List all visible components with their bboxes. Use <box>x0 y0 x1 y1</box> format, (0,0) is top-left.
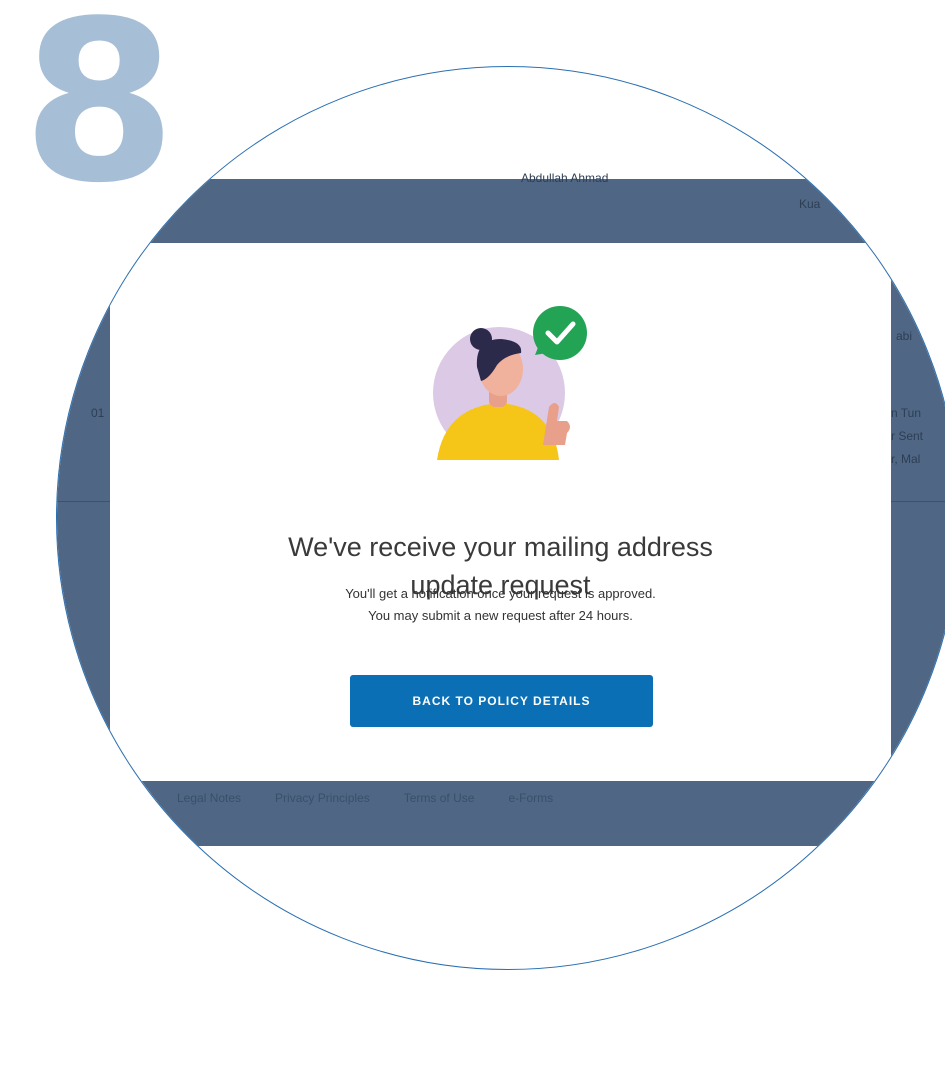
footer-link-privacy: Privacy Principles <box>275 791 370 805</box>
footer-link-legal-notes: Legal Notes <box>177 791 242 805</box>
background-address-line1: n Tun <box>891 406 922 420</box>
background-address-line2: r Sent <box>891 429 924 443</box>
background-address-line3: r, Mal <box>891 452 921 466</box>
confirmation-message-line1: You'll get a notification once your requ… <box>345 586 656 601</box>
check-icon <box>533 306 587 360</box>
confirmation-modal: We've receive your mailing address updat… <box>110 243 891 781</box>
back-to-policy-details-button[interactable]: BACK TO POLICY DETAILS <box>350 675 653 727</box>
confirmation-title-line1: We've receive your mailing address <box>288 532 713 562</box>
background-label-text: abi <box>896 329 913 343</box>
background-phone-text: 01 <box>91 406 105 420</box>
confirmation-message: You'll get a notification once your requ… <box>110 583 891 627</box>
footer-link-terms: Terms of Use <box>403 791 475 805</box>
background-footer-links: Legal Notes Privacy Principles Terms of … <box>177 791 553 805</box>
woman-thumbs-up-illustration <box>433 306 587 460</box>
footer-link-eforms: e-Forms <box>508 791 554 805</box>
screen-content: Abdullah Ahmad Kua 01 n Tun r Sent r, Ma… <box>57 67 945 969</box>
zoom-magnifier: Abdullah Ahmad Kua 01 n Tun r Sent r, Ma… <box>56 66 945 970</box>
background-city-text: Kua <box>799 197 821 211</box>
background-name-text: Abdullah Ahmad <box>521 171 609 185</box>
confirmation-message-line2: You may submit a new request after 24 ho… <box>368 608 633 623</box>
